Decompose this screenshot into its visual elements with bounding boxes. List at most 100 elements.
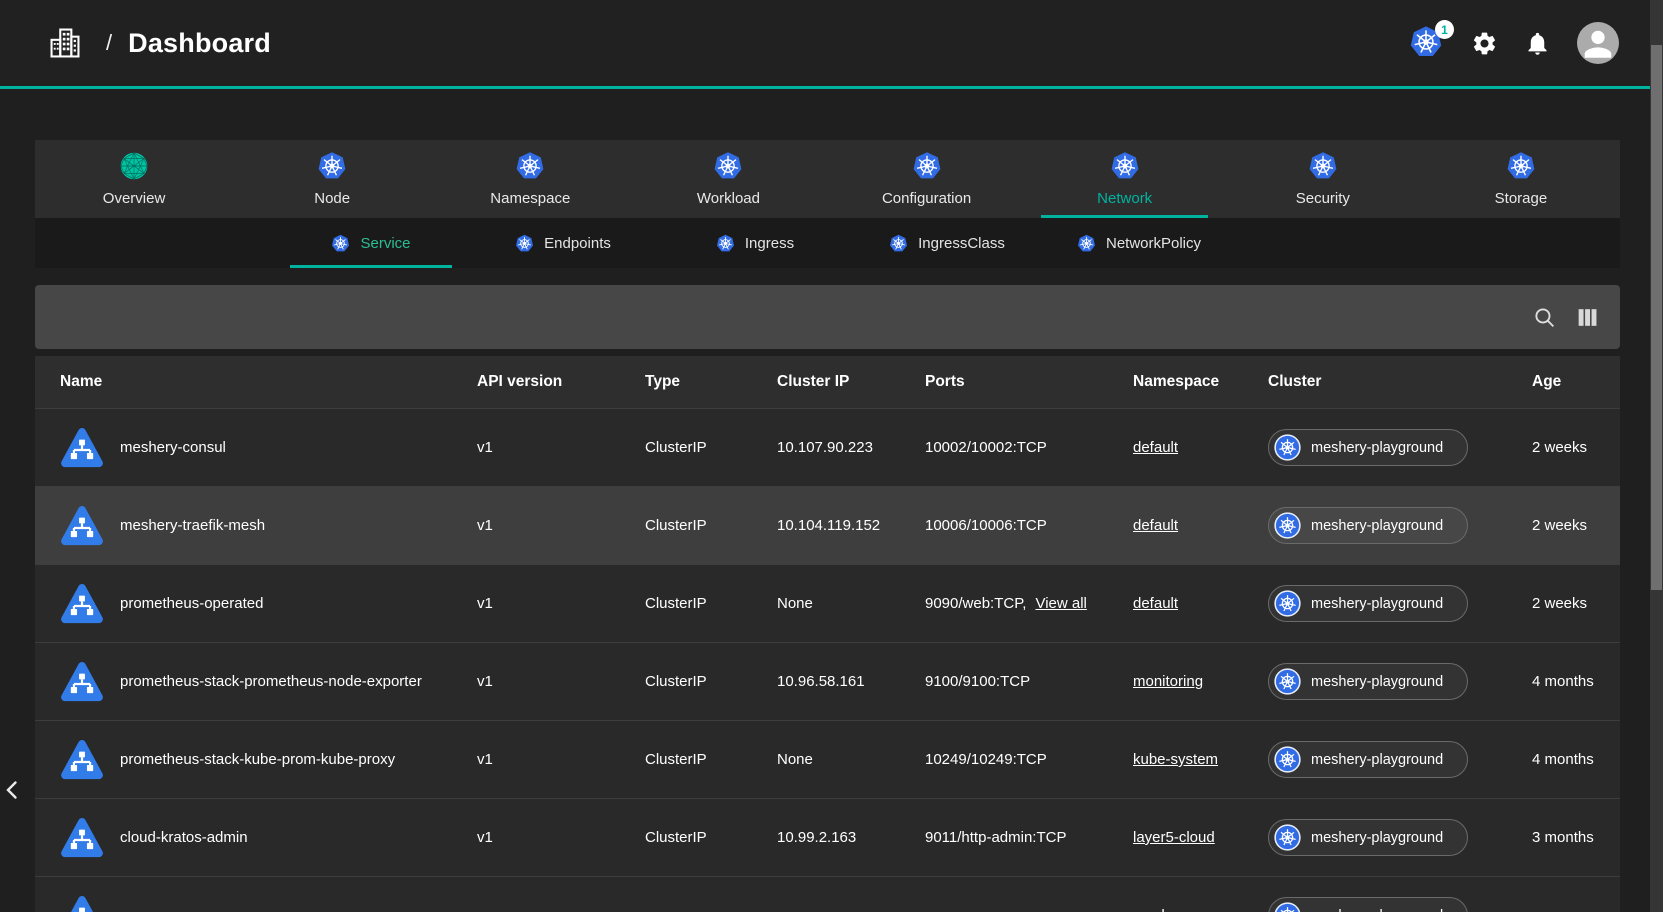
column-header-age[interactable]: Age [1485, 373, 1620, 391]
table-row[interactable]: prometheus-stack-kube-prom-kube-proxy v1… [35, 720, 1620, 798]
context-count-badge: 1 [1435, 20, 1454, 39]
tab-node[interactable]: Node [233, 140, 431, 218]
notifications-bell-icon[interactable] [1524, 30, 1551, 57]
scrollbar-thumb[interactable] [1651, 45, 1662, 590]
tab-overview[interactable]: Overview [35, 140, 233, 218]
type-value: ClusterIP [605, 517, 735, 534]
search-icon[interactable] [1532, 305, 1557, 330]
cluster-ip-value: None [735, 595, 885, 612]
cluster-ip-value: 10.99.2.163 [735, 829, 885, 846]
cluster-ip-value: 10.104.119.152 [735, 517, 885, 534]
namespace-link[interactable]: default [1133, 439, 1178, 456]
ports-value: 10006/10006:TCP [925, 517, 1047, 534]
namespace-link[interactable]: default [1133, 517, 1178, 534]
kubernetes-icon [1274, 434, 1301, 461]
tab-configuration[interactable]: Configuration [828, 140, 1026, 218]
type-value: ClusterIP [605, 673, 735, 690]
table-row[interactable]: meshery meshery-playground [35, 876, 1620, 912]
api-version-value: v1 [435, 439, 605, 456]
service-name: prometheus-operated [120, 595, 263, 612]
column-header-namespace[interactable]: Namespace [1095, 373, 1235, 391]
namespace-link[interactable]: monitoring [1133, 673, 1203, 690]
ports-value: 9100/9100:TCP [925, 673, 1030, 690]
header-accent-divider [0, 86, 1663, 89]
service-name: meshery-traefik-mesh [120, 517, 265, 534]
cluster-chip[interactable]: meshery-playground [1268, 429, 1468, 466]
type-value: ClusterIP [605, 829, 735, 846]
column-header-name[interactable]: Name [35, 373, 435, 391]
settings-gear-icon[interactable] [1471, 30, 1498, 57]
api-version-value: v1 [435, 829, 605, 846]
tab-storage[interactable]: Storage [1422, 140, 1620, 218]
subtab-endpoints[interactable]: Endpoints [467, 218, 659, 268]
table-row[interactable]: cloud-kratos-admin v1 ClusterIP 10.99.2.… [35, 798, 1620, 876]
ports-value: 9090/web:TCP, [925, 595, 1026, 612]
table-row[interactable]: prometheus-stack-prometheus-node-exporte… [35, 642, 1620, 720]
tab-workload[interactable]: Workload [629, 140, 827, 218]
table-header-row: Name API version Type Cluster IP Ports N… [35, 356, 1620, 408]
table-toolbar [35, 285, 1620, 349]
tab-security[interactable]: Security [1224, 140, 1422, 218]
namespace-link[interactable]: layer5-cloud [1133, 829, 1215, 846]
column-header-type[interactable]: Type [605, 373, 735, 391]
subtab-networkpolicy[interactable]: NetworkPolicy [1043, 218, 1235, 268]
subtab-ingress[interactable]: Ingress [659, 218, 851, 268]
service-name: meshery-consul [120, 439, 226, 456]
cluster-chip[interactable]: meshery-playground [1268, 819, 1468, 856]
kubernetes-icon [716, 234, 735, 253]
type-value: ClusterIP [605, 595, 735, 612]
service-resource-icon [60, 504, 104, 548]
table-row[interactable]: meshery-traefik-mesh v1 ClusterIP 10.104… [35, 486, 1620, 564]
cluster-chip[interactable]: meshery-playground [1268, 585, 1468, 622]
age-value: 2 weeks [1485, 517, 1620, 534]
column-header-ports[interactable]: Ports [885, 373, 1095, 391]
ports-value: 10002/10002:TCP [925, 439, 1047, 456]
kubernetes-icon [515, 151, 545, 181]
namespace-link[interactable]: meshery [1133, 907, 1191, 912]
collapse-panel-chevron-icon[interactable] [1, 775, 25, 805]
kubernetes-icon [1077, 234, 1096, 253]
service-name: cloud-kratos-admin [120, 829, 248, 846]
header-bar: / Dashboard 1 [0, 0, 1663, 86]
tab-network[interactable]: Network [1026, 140, 1224, 218]
kubernetes-icon [889, 234, 908, 253]
meshery-logo-icon [119, 151, 149, 181]
cluster-chip[interactable]: meshery-playground [1268, 897, 1468, 912]
cluster-chip[interactable]: meshery-playground [1268, 507, 1468, 544]
cluster-ip-value: 10.96.58.161 [735, 673, 885, 690]
service-resource-icon [60, 738, 104, 782]
cluster-ip-value: None [735, 751, 885, 768]
type-value: ClusterIP [605, 751, 735, 768]
kubernetes-icon [1274, 512, 1301, 539]
table-row[interactable]: meshery-consul v1 ClusterIP 10.107.90.22… [35, 408, 1620, 486]
namespace-link[interactable]: kube-system [1133, 751, 1218, 768]
column-header-cluster[interactable]: Cluster [1235, 373, 1485, 391]
organization-buildings-icon[interactable] [46, 24, 84, 62]
kubernetes-icon [515, 234, 534, 253]
kubernetes-icon [1274, 746, 1301, 773]
kubernetes-icon [1274, 824, 1301, 851]
service-resource-icon [60, 426, 104, 470]
view-all-ports-link[interactable]: View all [1035, 595, 1086, 612]
column-header-cluster-ip[interactable]: Cluster IP [735, 373, 885, 391]
cluster-chip[interactable]: meshery-playground [1268, 741, 1468, 778]
subtab-ingressclass[interactable]: IngressClass [851, 218, 1043, 268]
breadcrumb-separator: / [106, 30, 112, 56]
kubernetes-icon [912, 151, 942, 181]
column-header-api-version[interactable]: API version [435, 373, 605, 391]
view-columns-icon[interactable] [1575, 305, 1600, 330]
kubernetes-icon [331, 234, 350, 253]
kubernetes-icon [1110, 151, 1140, 181]
namespace-link[interactable]: default [1133, 595, 1178, 612]
ports-value: 10249/10249:TCP [925, 751, 1047, 768]
user-avatar[interactable] [1577, 22, 1619, 64]
cluster-chip[interactable]: meshery-playground [1268, 663, 1468, 700]
tab-namespace[interactable]: Namespace [431, 140, 629, 218]
subtab-service[interactable]: Service [275, 218, 467, 268]
service-name: prometheus-stack-prometheus-node-exporte… [120, 673, 422, 690]
table-row[interactable]: prometheus-operated v1 ClusterIP None 90… [35, 564, 1620, 642]
kubernetes-context-button[interactable]: 1 [1409, 25, 1445, 61]
api-version-value: v1 [435, 595, 605, 612]
age-value: 2 weeks [1485, 595, 1620, 612]
service-resource-icon [60, 660, 104, 704]
